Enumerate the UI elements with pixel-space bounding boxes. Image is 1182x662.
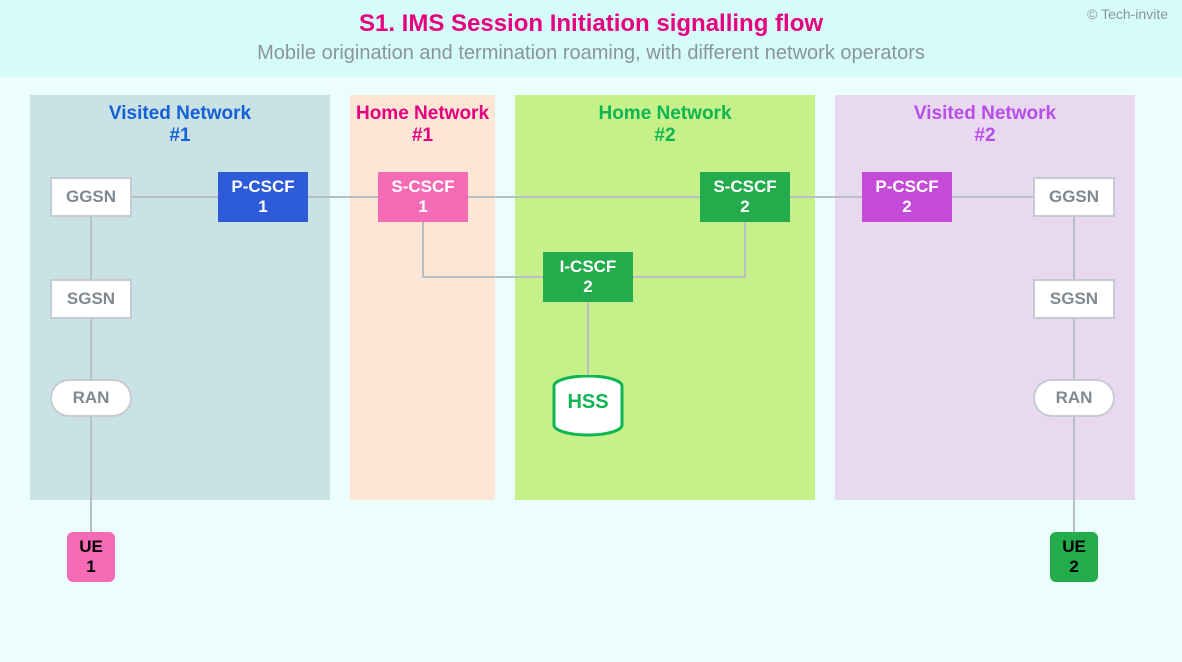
node-ue-1: UE1 bbox=[67, 532, 115, 582]
diagram-subtitle: Mobile origination and termination roami… bbox=[0, 42, 1182, 65]
header: S1. IMS Session Initiation signalling fl… bbox=[0, 0, 1182, 77]
node-s-cscf-1: S-CSCF1 bbox=[378, 172, 468, 222]
node-ran-2: RAN bbox=[1033, 379, 1115, 417]
node-ran-1: RAN bbox=[50, 379, 132, 417]
panel-label: Visited Network bbox=[109, 103, 251, 124]
panel-index: #2 bbox=[654, 125, 675, 146]
node-s-cscf-2: S-CSCF2 bbox=[700, 172, 790, 222]
panel-index: #1 bbox=[169, 125, 190, 146]
node-p-cscf-1: P-CSCF1 bbox=[218, 172, 308, 222]
node-ue-2: UE2 bbox=[1050, 532, 1098, 582]
panel-index: #1 bbox=[412, 125, 433, 146]
hss-label: HSS bbox=[548, 391, 628, 414]
credit-text: © Tech-invite bbox=[1087, 6, 1168, 22]
diagram-title: S1. IMS Session Initiation signalling fl… bbox=[0, 10, 1182, 38]
panel-label: Home Network bbox=[598, 103, 731, 124]
node-hss: HSS bbox=[548, 375, 628, 442]
diagram-area: Visited Network#1 Home Network#1 Home Ne… bbox=[0, 77, 1182, 637]
node-ggsn-2: GGSN bbox=[1033, 177, 1115, 217]
panel-index: #2 bbox=[974, 125, 995, 146]
panel-home-network-1: Home Network#1 bbox=[350, 95, 495, 500]
panel-label: Home Network bbox=[356, 103, 489, 124]
node-p-cscf-2: P-CSCF2 bbox=[862, 172, 952, 222]
node-sgsn-1: SGSN bbox=[50, 279, 132, 319]
panel-label: Visited Network bbox=[914, 103, 1056, 124]
node-sgsn-2: SGSN bbox=[1033, 279, 1115, 319]
node-i-cscf-2: I-CSCF2 bbox=[543, 252, 633, 302]
node-ggsn-1: GGSN bbox=[50, 177, 132, 217]
